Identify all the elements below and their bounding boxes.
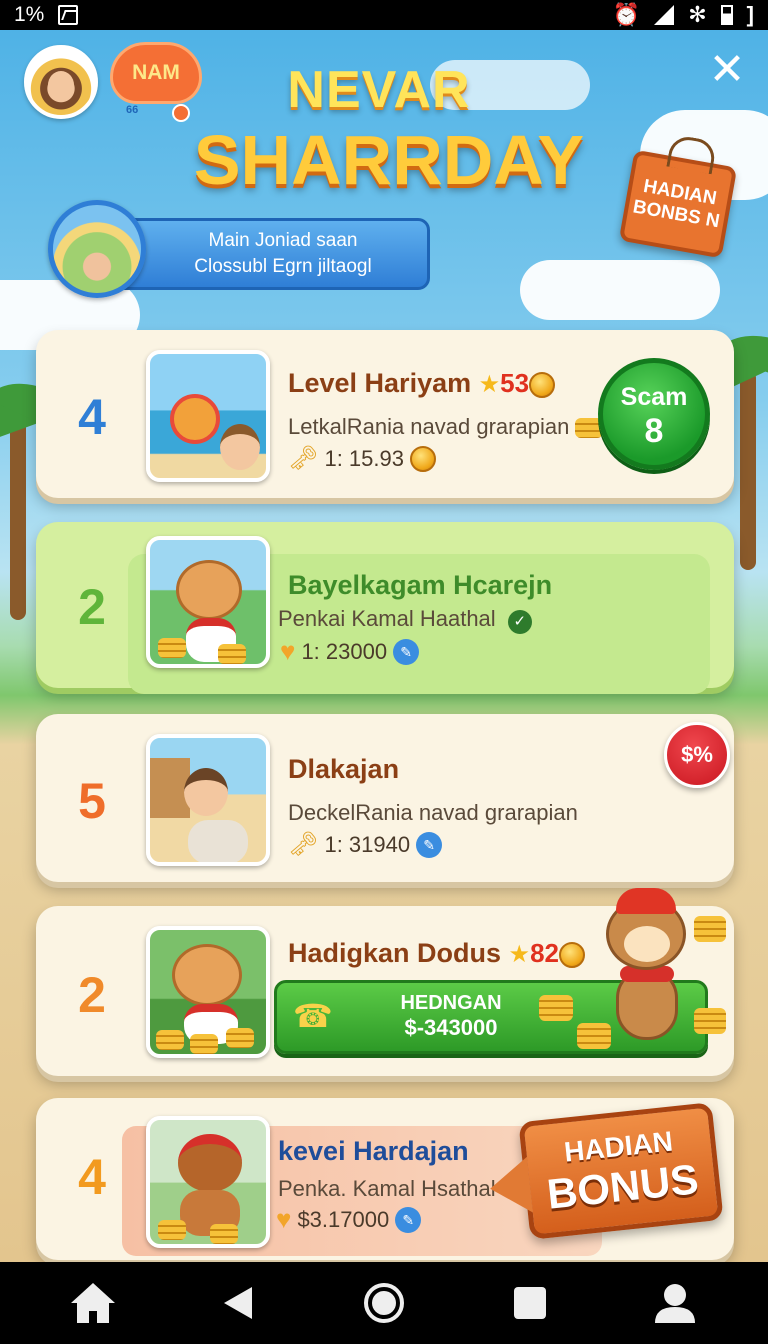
points-value: 53 xyxy=(500,368,530,398)
edit-icon[interactable]: ✎ xyxy=(393,638,420,665)
list-item[interactable]: 2 Hadigkan Dodus ★82 ☎ HEDNGAN $-343000 xyxy=(36,888,734,1076)
promo-line-1: Main Joniad saan xyxy=(208,230,358,251)
rank-number: 2 xyxy=(78,579,106,635)
alarm-icon: ⏰ xyxy=(612,2,641,27)
level-value-text: 1: 15.93 xyxy=(324,445,404,471)
list-item[interactable]: 4 kevei Hardajan Penka. Kamal Hsathal ♥ … xyxy=(36,1098,734,1260)
rank-number: 4 xyxy=(78,1149,106,1205)
level-value: 🗝 1: 15.93 xyxy=(288,444,436,473)
bonus-sign-label: HADIAN BONBS N xyxy=(631,175,722,233)
back-icon[interactable] xyxy=(208,1273,268,1333)
promo-banner[interactable]: Main Joniad saan Clossubl Egrn jiltaogl xyxy=(48,200,430,298)
signal-icon xyxy=(654,5,675,25)
navigation-bar xyxy=(0,1262,768,1344)
discount-badge[interactable]: $% xyxy=(664,722,730,788)
level-subtitle-text: Penkai Kamal Haathal xyxy=(278,606,496,631)
level-subtitle: LetkalRania navad grarapian xyxy=(288,414,604,440)
level-value-text: $3.17000 xyxy=(297,1206,390,1232)
list-item[interactable]: 4 Level Hariyam ★53 LetkalRania navad gr… xyxy=(36,330,734,498)
close-button[interactable]: ✕ xyxy=(707,48,747,92)
level-subtitle-text: LetkalRania navad grarapian xyxy=(288,414,570,439)
rank-number: 5 xyxy=(78,773,106,829)
status-bar: 1% ⏰ ✻ ] xyxy=(0,0,768,30)
level-title: Bayelkagam Hcarejn xyxy=(288,570,553,600)
heart-icon: ♥ xyxy=(280,636,296,666)
level-title: Level Hariyam ★53 xyxy=(288,368,556,399)
rank-number: 2 xyxy=(78,967,106,1023)
points-value: 82 xyxy=(530,938,559,968)
rank-number: 4 xyxy=(78,389,106,445)
level-thumbnail xyxy=(146,536,270,668)
battery-icon xyxy=(720,5,733,25)
level-title: kevei Hardajan xyxy=(278,1136,469,1166)
level-value-text: 1: 23000 xyxy=(301,638,388,664)
sim-icon: ] xyxy=(746,2,754,27)
level-value: ♥ 1: 23000 ✎ xyxy=(280,636,420,667)
key-icon: 🗝 xyxy=(288,831,319,858)
bluetooth-icon: ✻ xyxy=(688,2,707,27)
edit-icon[interactable]: ✎ xyxy=(395,1206,422,1233)
level-subtitle: DeckelRania navad grarapian xyxy=(288,800,578,825)
level-thumbnail xyxy=(146,350,270,482)
title-line-1: NEVAR xyxy=(287,61,471,119)
level-thumbnail xyxy=(146,926,270,1058)
promo-characters-image xyxy=(48,200,146,298)
scam-button-label: Scam xyxy=(620,383,688,411)
battery-text: 1% xyxy=(14,3,45,26)
level-title: Dlakajan xyxy=(288,754,400,784)
bonus-sign[interactable]: HADIAN BONBS N xyxy=(618,149,738,259)
level-subtitle: Penkai Kamal Haathal ✓ xyxy=(278,606,532,634)
edit-icon[interactable]: ✎ xyxy=(416,831,443,858)
home-icon[interactable] xyxy=(63,1273,123,1333)
square-recents-icon[interactable] xyxy=(500,1273,560,1333)
scam-button[interactable]: Scam 8 xyxy=(598,358,710,470)
coin-icon xyxy=(409,445,436,472)
scam-button-count: 8 xyxy=(644,412,664,450)
phone-icon: ☎ xyxy=(293,998,333,1034)
image-notification-icon xyxy=(58,5,79,25)
level-value-text: 1: 31940 xyxy=(324,831,411,857)
level-title-text: Level Hariyam xyxy=(288,368,472,398)
verified-check-icon: ✓ xyxy=(507,610,532,634)
coin-icon xyxy=(529,371,556,398)
star-icon: ★ xyxy=(508,941,531,968)
level-subtitle: Penka. Kamal Hsathal xyxy=(278,1176,496,1201)
star-icon: ★ xyxy=(478,371,501,398)
dog-mascot-icon xyxy=(576,888,726,1064)
key-icon: 🗝 xyxy=(288,445,319,472)
promo-text-bar[interactable]: Main Joniad saan Clossubl Egrn jiltaogl xyxy=(108,218,430,290)
promo-line-2: Clossubl Egrn jiltaogl xyxy=(194,256,372,277)
level-thumbnail xyxy=(146,734,270,866)
profile-icon[interactable] xyxy=(645,1273,705,1333)
list-item[interactable]: 5 Dlakajan DeckelRania navad grarapian 🗝… xyxy=(36,714,734,882)
hadian-bonus-button[interactable]: HADIAN BONUS xyxy=(518,1102,724,1240)
level-value: ♥ $3.17000 ✎ xyxy=(276,1204,422,1235)
level-thumbnail xyxy=(146,1116,270,1248)
heart-icon: ♥ xyxy=(276,1204,292,1234)
level-title: Hadigkan Dodus ★82 xyxy=(288,938,585,969)
circle-home-icon[interactable] xyxy=(354,1273,414,1333)
list-item[interactable]: 2 Bayelkagam Hcarejn Penkai Kamal Haatha… xyxy=(36,522,734,694)
level-title-text: Hadigkan Dodus xyxy=(288,938,502,968)
level-value: 🗝 1: 31940 ✎ xyxy=(288,830,443,859)
